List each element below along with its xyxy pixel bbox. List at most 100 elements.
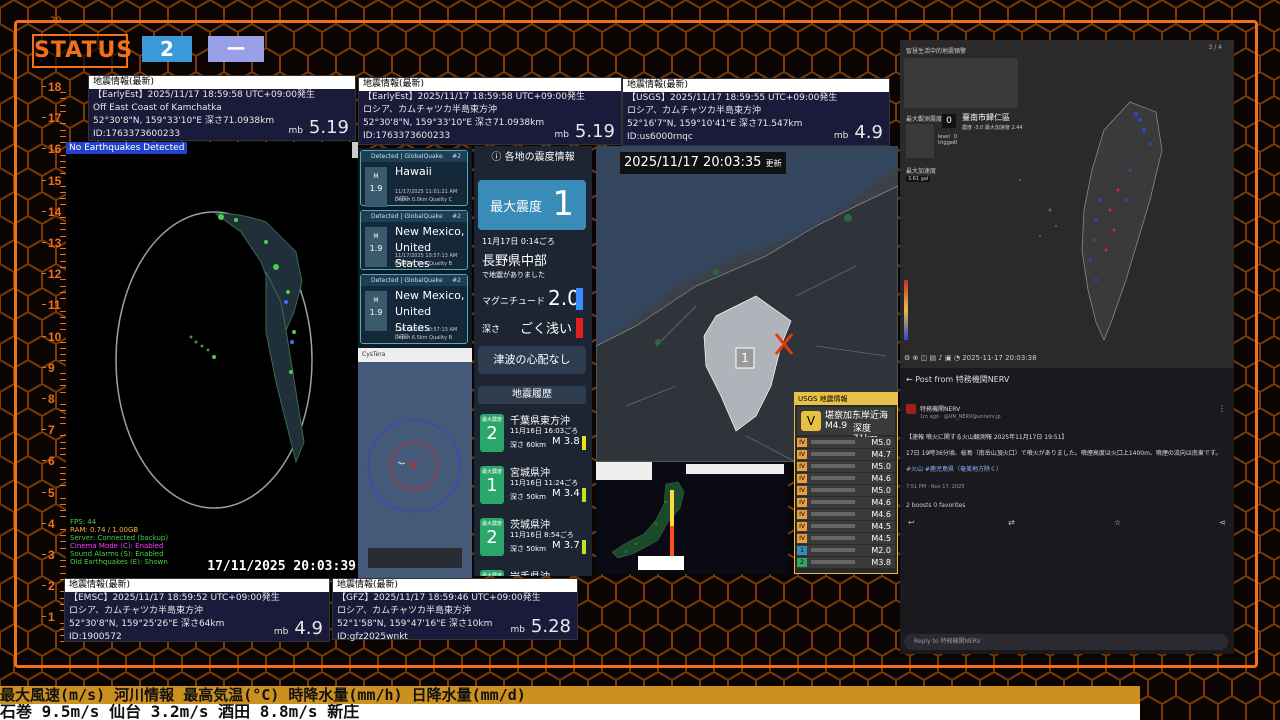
more-icon[interactable]: ⋮ bbox=[1218, 404, 1226, 413]
usgs-item[interactable]: IV M5.0 bbox=[797, 461, 895, 472]
back-arrow-icon[interactable]: ← bbox=[906, 375, 915, 384]
map-timestamp: 2025/11/17 20:03:35 bbox=[624, 155, 762, 170]
quake-header: 地震情報(最新) bbox=[359, 78, 621, 91]
usgs-item-int: IV bbox=[797, 474, 807, 483]
usgs-item[interactable]: IV M5.0 bbox=[797, 437, 895, 448]
taiwan-panel[interactable]: 智慧生活中的地震預警 3 / 4 最大觀測震度 0 臺南市歸仁區 震度 -3.0… bbox=[900, 40, 1234, 368]
ruler-tick-mark bbox=[42, 304, 46, 306]
reply-icon[interactable]: ↩ bbox=[908, 518, 915, 527]
post-author[interactable]: 特務機関NERV bbox=[920, 404, 960, 413]
usgs-item-int: IV bbox=[797, 522, 807, 531]
image-icon[interactable]: ▣ bbox=[945, 354, 954, 362]
chart-icon[interactable]: ▤ bbox=[929, 354, 938, 362]
usgs-item-bar bbox=[811, 512, 855, 516]
history-item[interactable]: 最大震度 2 茨城県沖 11月16日 8:54ごろ 深さ 50km M 3.7 bbox=[478, 514, 586, 564]
usgs-item[interactable]: 2 M3.8 bbox=[797, 557, 895, 568]
ruler-tick-label: 8 bbox=[48, 392, 55, 406]
boost-icon[interactable]: ⇄ bbox=[1008, 518, 1015, 527]
post-body2: 17日 19時36分頃、桜島（南岳山頂火口）で噴火がありました。噴煙高度は火口上… bbox=[906, 450, 1222, 457]
quake-header: 地震情報(最新) bbox=[623, 79, 889, 92]
quake-box-earlyest-1: 地震情報(最新) 【EarlyEst】2025/11/17 18:59:58 U… bbox=[88, 75, 356, 141]
history-time: 11月16日 16:03ごろ bbox=[510, 427, 579, 435]
globe-panel[interactable]: No Earthquakes Detected FPS: 44 RAM: 0.7… bbox=[66, 142, 358, 578]
history-badge-top: 最大震度 bbox=[481, 521, 502, 527]
post-tags[interactable]: #火山 #鹿児島県（奄美地方除く） bbox=[906, 464, 1002, 473]
gq-card[interactable]: Detected | GlobalQuake #2 M 1.9 New Mexico, … bbox=[360, 274, 468, 344]
ruler-tick-label: 6 bbox=[48, 454, 55, 469]
gq-m-label: M bbox=[373, 173, 379, 180]
history-int-badge: 最大震度 2 bbox=[480, 518, 504, 556]
post-meta: 1m ago · @UN_NERV@unnerv.jp bbox=[920, 414, 1001, 420]
gq-card[interactable]: Detected | GlobalQuake #2 M 1.9 Hawaii 11/17/… bbox=[360, 150, 468, 207]
globalquake-list[interactable]: Detected | GlobalQuake #2 M 1.9 Hawaii 11/17/… bbox=[358, 148, 472, 348]
quake-header: 地震情報(最新) bbox=[333, 579, 577, 592]
speaker-icon[interactable]: ♪ bbox=[938, 354, 945, 362]
history-depth: 深さ 50km bbox=[510, 545, 547, 553]
jp-intensity-panel: ⓘ 各地の震度情報 最大震度 1 11月17日 0:14ごろ 長野県中部 で地震… bbox=[474, 146, 592, 576]
quake-line2: Off East Coast of Kamchatka bbox=[93, 103, 222, 113]
sys-sound: Sound Alarms (S): Enabled bbox=[70, 550, 164, 558]
usgs-item-mag: M3.8 bbox=[871, 558, 891, 567]
bell-icon[interactable]: ◔ bbox=[954, 354, 962, 362]
usgs-mag: M4.9 bbox=[825, 421, 848, 431]
usgs-item-int: IV bbox=[797, 486, 807, 495]
tw-timestamp: 2025-11-17 20:03:38 bbox=[962, 354, 1037, 362]
tw-corner: 3 / 4 bbox=[1208, 44, 1222, 51]
ruler-tick-label: 7 bbox=[48, 423, 55, 438]
usgs-item[interactable]: IV M4.7 bbox=[797, 449, 895, 460]
ruler-tick-mark bbox=[42, 491, 46, 493]
mag-value: 4.9 bbox=[294, 618, 323, 639]
usgs-intensity-list[interactable]: USGS 地震情報 V 堪察加东岸近海 M4.9 深度 71km IVM5.0I… bbox=[794, 392, 898, 574]
usgs-item[interactable]: IV M4.5 bbox=[797, 521, 895, 532]
history-item[interactable]: 最大震度 1 宮城県沖 11月16日 11:24ごろ 深さ 50km M 3.4 bbox=[478, 462, 586, 512]
gq-m-label: M bbox=[373, 233, 379, 240]
globe-svg[interactable] bbox=[66, 142, 358, 578]
usgs-item[interactable]: IV M4.5 bbox=[797, 533, 895, 544]
usgs-item[interactable]: 1 M2.0 bbox=[797, 545, 895, 556]
usgs-item-int: IV bbox=[797, 498, 807, 507]
jp-place: 長野県中部 bbox=[482, 254, 548, 269]
cystera-header: CysTera bbox=[358, 348, 472, 362]
share-icon[interactable]: ⋖ bbox=[1219, 518, 1226, 527]
history-int: 2 bbox=[486, 423, 498, 444]
history-mag-bar bbox=[582, 540, 586, 554]
reply-box[interactable]: Reply to 特務機関NERV bbox=[904, 634, 1228, 650]
post-body1: 【速報 噴火に関する火山観測報 2025年11月17日 19:51】 bbox=[906, 434, 1068, 441]
quake-header: 地震情報(最新) bbox=[89, 76, 355, 89]
quake-box-usgs: 地震情報(最新) 【USGS】2025/11/17 18:59:55 UTC+0… bbox=[622, 78, 890, 146]
status-level-b: ー bbox=[208, 36, 264, 62]
usgs-item[interactable]: IV M4.6 bbox=[797, 509, 895, 520]
gq-sub2: Depth 6.5km Quality B bbox=[395, 335, 453, 341]
ruler-minor-tick bbox=[60, 104, 66, 106]
history-int: 2 bbox=[486, 527, 498, 548]
gq-m-val: 1.9 bbox=[369, 244, 383, 253]
ruler-tick-mark bbox=[42, 335, 46, 337]
star-icon[interactable]: ☆ bbox=[1114, 518, 1121, 527]
post-back[interactable]: ← Post from 特務機関NERV bbox=[906, 374, 1009, 385]
cystera-panel[interactable]: CysTera bbox=[358, 348, 472, 578]
mag-bar bbox=[576, 288, 583, 310]
gq-card[interactable]: Detected | GlobalQuake #2 M 1.9 New Mexico, … bbox=[360, 210, 468, 270]
post-author-avatar bbox=[906, 404, 916, 414]
usgs-item-int: IV bbox=[797, 450, 807, 459]
post-time: 7:51 PM · Nov 17, 2025 bbox=[906, 484, 965, 490]
usgs-item[interactable]: IV M5.0 bbox=[797, 485, 895, 496]
usgs-item[interactable]: IV M4.6 bbox=[797, 473, 895, 484]
gear-icon[interactable]: ⚙ bbox=[904, 354, 913, 362]
info-icon: ⓘ bbox=[491, 152, 505, 163]
usgs-item-bar bbox=[811, 476, 855, 480]
quake-mag: mb 5.19 bbox=[554, 123, 615, 142]
usgs-item[interactable]: IV M4.6 bbox=[797, 497, 895, 508]
history-place: 宮城県沖 bbox=[510, 468, 550, 479]
usgs-item-bar bbox=[811, 536, 855, 540]
weather-ticker-header: 最大風速(m/s) 河川情報 最高気温(°C) 時降水量(mm/h) 日降水量(… bbox=[0, 686, 1140, 704]
history-badge-top: 最大震度 bbox=[481, 573, 502, 576]
ruler-tick-label: 5 bbox=[48, 485, 55, 500]
quake-mag: mb 4.9 bbox=[834, 124, 883, 143]
target-icon[interactable]: ⊕ bbox=[913, 354, 921, 362]
history-item[interactable]: 最大震度 2 千葉県東方沖 11月16日 16:03ごろ 深さ 60km M 3.8 bbox=[478, 410, 586, 460]
usgs-title: USGS 地震情報 bbox=[795, 393, 897, 405]
ruler-minor-tick bbox=[60, 92, 66, 94]
mag-label: マグニチュード bbox=[482, 297, 546, 307]
history-item[interactable]: 最大震度 岩手県沖 bbox=[478, 566, 586, 576]
